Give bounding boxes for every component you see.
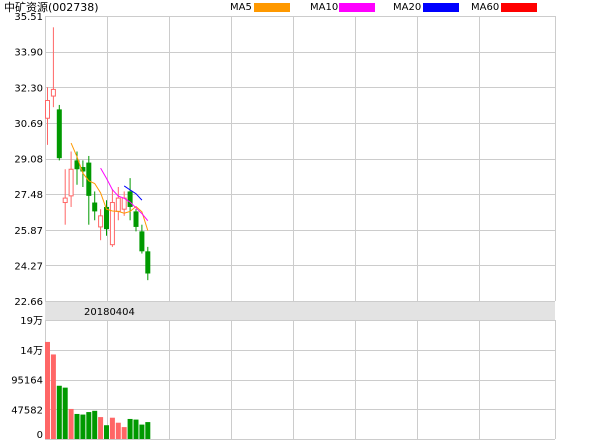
volume-tick-label: 47582 xyxy=(11,405,43,416)
legend-ma60-swatch xyxy=(501,3,537,12)
volume-bar xyxy=(92,410,98,439)
volume-bar xyxy=(68,408,74,439)
candle-body-down xyxy=(56,109,62,159)
price-tick-label: 22.66 xyxy=(14,297,43,308)
candle-body-down xyxy=(133,211,139,227)
volume-bar xyxy=(50,354,56,439)
legend-ma20-swatch xyxy=(423,3,459,12)
volume-bar xyxy=(139,424,145,439)
candle-body-down xyxy=(139,231,145,252)
price-tick-label: 25.87 xyxy=(14,226,43,237)
candle-body-down xyxy=(145,251,151,274)
volume-bar xyxy=(133,419,139,439)
volume-bar xyxy=(109,417,115,439)
volume-bars xyxy=(45,341,151,439)
volume-bar xyxy=(62,387,68,439)
legend: MA5 MA10 MA20 MA60 xyxy=(0,0,600,16)
volume-bar xyxy=(45,341,50,439)
legend-ma10-swatch xyxy=(339,3,375,12)
volume-bar xyxy=(74,413,80,439)
candle-body-up xyxy=(62,197,68,204)
candlesticks xyxy=(45,27,151,281)
price-tick-label: 30.69 xyxy=(14,119,43,130)
volume-tick-label: 95164 xyxy=(11,376,43,387)
candle-body-down xyxy=(104,206,109,230)
candle-body-up xyxy=(98,215,104,228)
volume-tick-label: 14万 xyxy=(20,346,43,357)
price-tick-label: 33.90 xyxy=(14,48,43,59)
price-tick-label: 32.30 xyxy=(14,83,43,94)
candle-body-up xyxy=(115,197,121,212)
grid xyxy=(45,16,556,440)
price-tick-label: 24.27 xyxy=(14,261,43,272)
candle-body-up xyxy=(50,88,56,97)
volume-tick-label: 19万 xyxy=(20,316,43,327)
candle-body-down xyxy=(92,202,98,212)
legend-ma20-label: MA20 xyxy=(393,2,422,13)
volume-bar xyxy=(145,422,151,439)
legend-ma5-label: MA5 xyxy=(230,2,252,13)
volume-bar xyxy=(80,414,86,439)
volume-bar xyxy=(121,427,127,439)
price-tick-label: 29.08 xyxy=(14,155,43,166)
candle-body-down xyxy=(127,191,133,207)
volume-bar xyxy=(56,385,62,439)
volume-bar xyxy=(98,417,104,439)
date-label: 20180404 xyxy=(84,307,135,318)
legend-ma10-label: MA10 xyxy=(310,2,339,13)
volume-axis: 19万 14万 95164 47582 0 xyxy=(11,316,43,440)
ma20-line xyxy=(123,185,143,201)
candle-body-up xyxy=(68,168,74,197)
price-axis: 35.5133.9032.3030.6929.0827.4825.8724.27… xyxy=(14,12,43,308)
volume-bar xyxy=(104,425,109,439)
price-tick-label: 27.48 xyxy=(14,190,43,201)
volume-bar xyxy=(115,422,121,439)
legend-ma5-swatch xyxy=(254,3,290,12)
volume-bar xyxy=(86,412,92,439)
volume-tick-label: 0 xyxy=(37,430,43,440)
legend-ma60-label: MA60 xyxy=(471,2,500,13)
candle-body-up xyxy=(45,100,50,119)
stock-chart: 35.5133.9032.3030.6929.0827.4825.8724.27… xyxy=(11,12,556,440)
candle-body-up xyxy=(109,202,115,246)
volume-bar xyxy=(127,418,133,439)
